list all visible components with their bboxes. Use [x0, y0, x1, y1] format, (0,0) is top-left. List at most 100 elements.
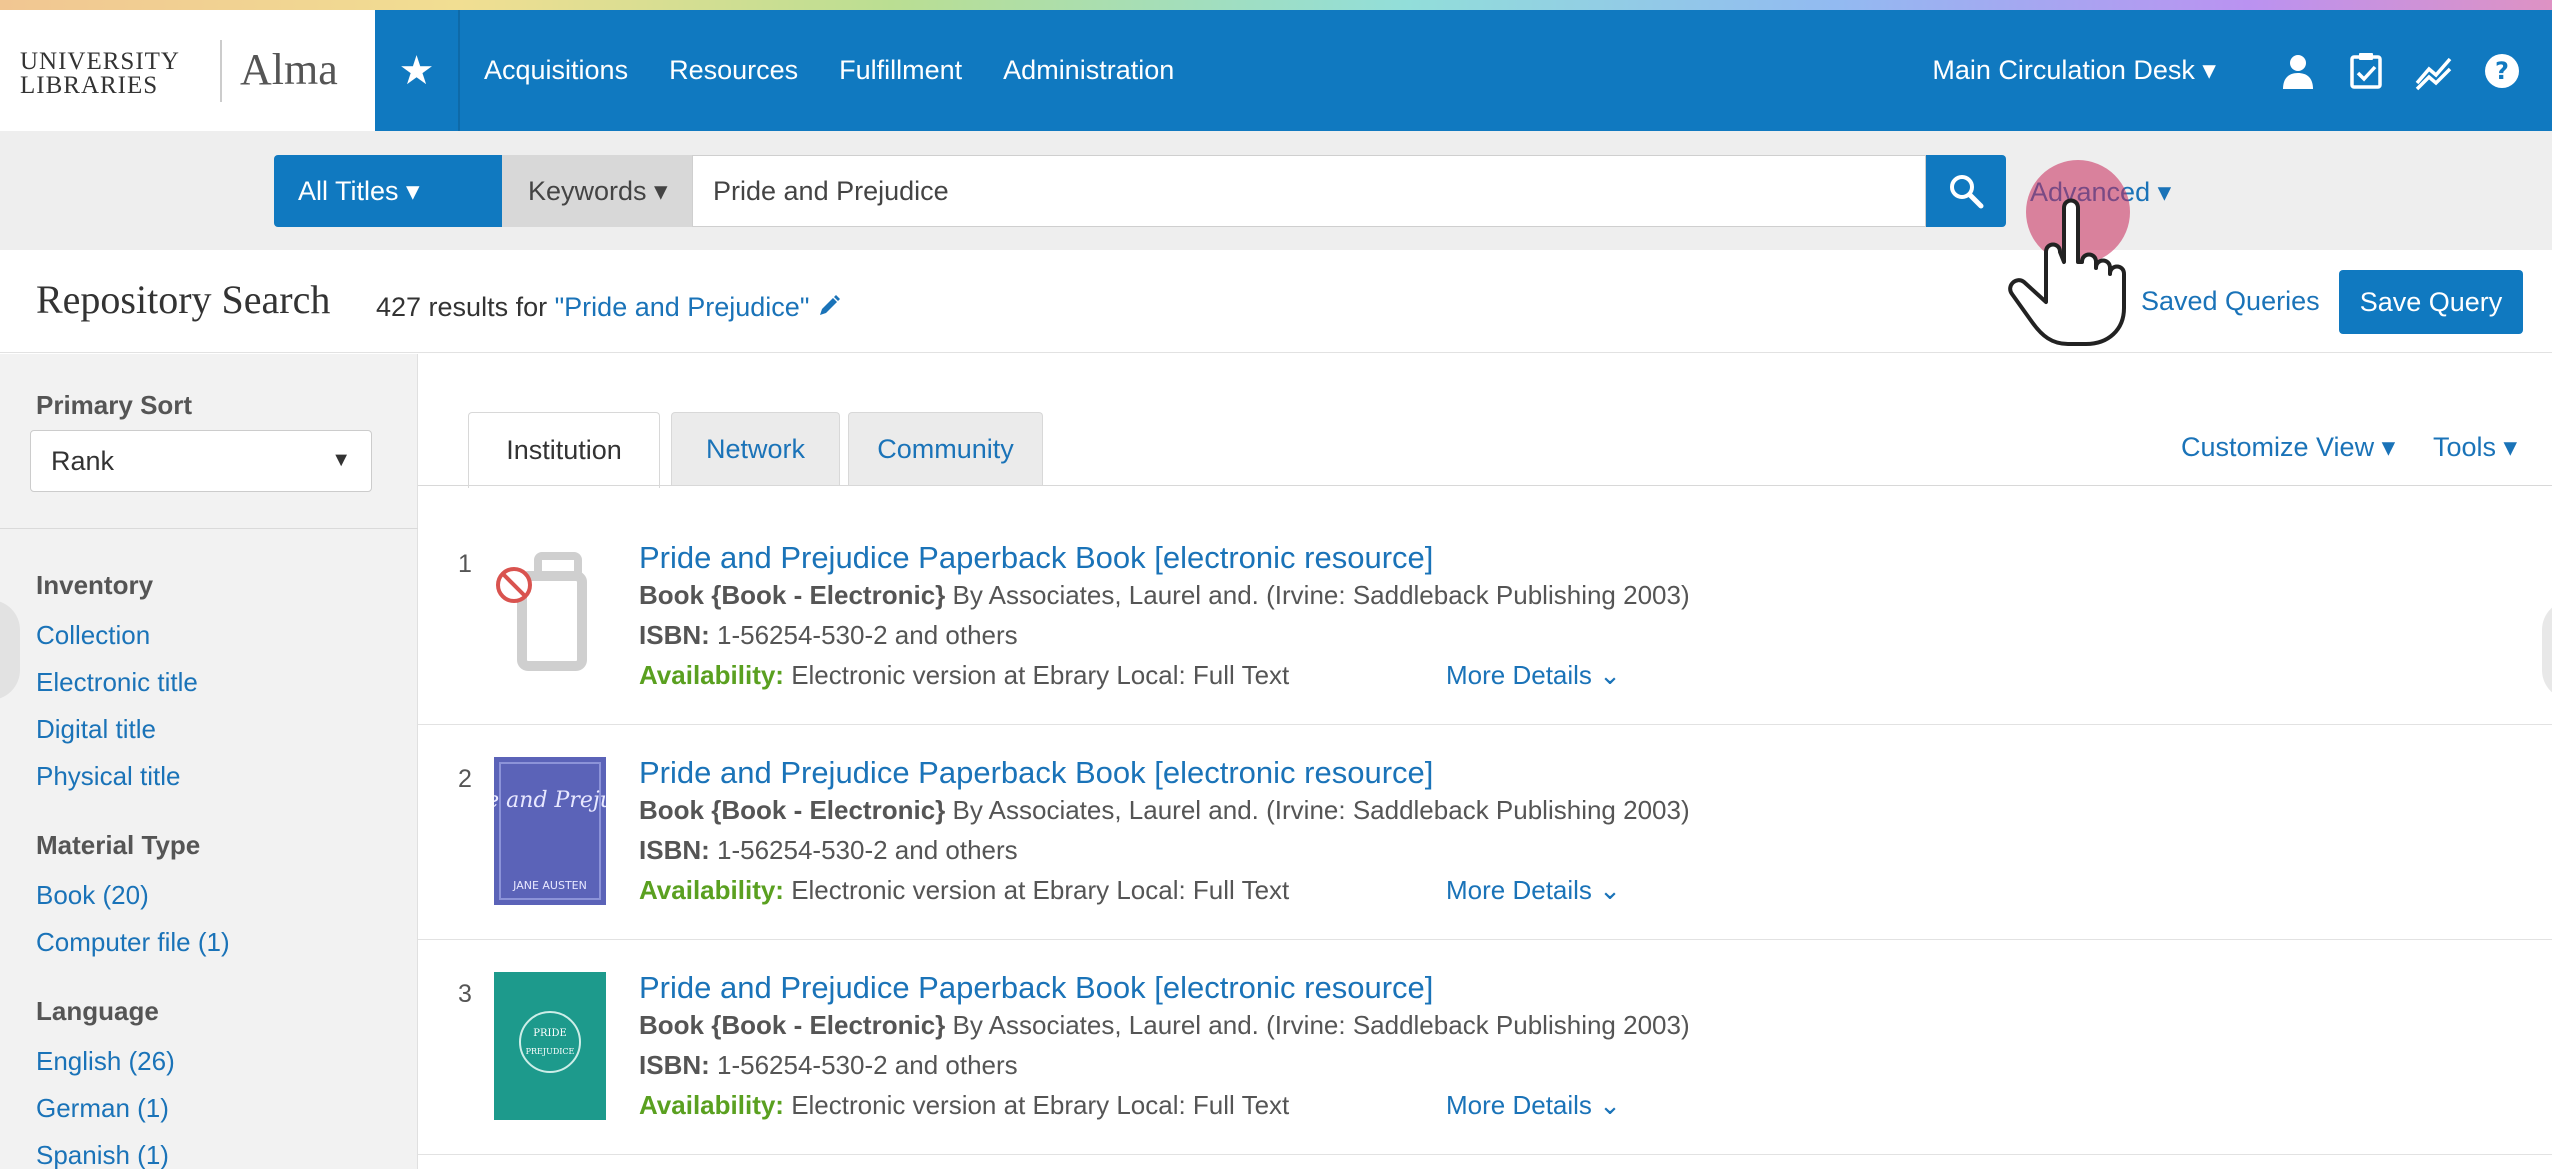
facet-link-computer-file[interactable]: Computer file (1): [36, 927, 230, 958]
availability-label: Availability:: [639, 875, 784, 905]
more-details-link[interactable]: More Details ⌄: [1446, 875, 1621, 906]
result-row: 3 PRIDE PREJUDICE Pride and Prejudice Pa…: [418, 940, 2552, 1155]
user-icon[interactable]: [2278, 51, 2318, 91]
facet-link-collection[interactable]: Collection: [36, 620, 150, 651]
search-scope-dropdown[interactable]: All Titles ▾: [274, 155, 502, 227]
result-type-line: Book {Book - Electronic} By Associates, …: [639, 795, 1690, 826]
hand-cursor-icon: [2008, 198, 2126, 346]
tasks-icon[interactable]: [2346, 51, 2386, 91]
caret-down-icon: ▼: [331, 449, 351, 471]
availability-label: Availability:: [639, 660, 784, 690]
facet-link-spanish[interactable]: Spanish (1): [36, 1140, 169, 1169]
logo-divider: [220, 40, 222, 102]
result-availability-line: Availability: Electronic version at Ebra…: [639, 660, 1289, 691]
logo-line-1: UNIVERSITY: [20, 48, 180, 75]
result-availability-line: Availability: Electronic version at Ebra…: [639, 875, 1289, 906]
isbn-label: ISBN:: [639, 620, 710, 650]
search-icon: [1950, 175, 1984, 209]
favorites-button[interactable]: ★: [375, 10, 460, 131]
logo-area[interactable]: UNIVERSITY LIBRARIES Alma: [0, 10, 375, 131]
more-details-link[interactable]: More Details ⌄: [1446, 660, 1621, 691]
analytics-icon[interactable]: [2414, 51, 2454, 91]
no-thumbnail-icon: [496, 552, 587, 671]
result-number: 3: [458, 980, 472, 1008]
facet-link-digital-title[interactable]: Digital title: [36, 714, 156, 745]
sidebar-divider: [0, 528, 418, 529]
page-title: Repository Search: [36, 277, 331, 322]
result-author: By Associates, Laurel and. (Irvine: Sadd…: [945, 795, 1690, 825]
facet-link-electronic-title[interactable]: Electronic title: [36, 667, 198, 698]
availability-label: Availability:: [639, 1090, 784, 1120]
cover-line-1: PRIDE: [533, 1028, 567, 1039]
top-accent-stripe: [0, 0, 2552, 10]
primary-sort-select[interactable]: Rank ▼: [30, 430, 372, 492]
circulation-desk-selector[interactable]: Main Circulation Desk ▾: [1932, 55, 2216, 86]
menu-acquisitions[interactable]: Acquisitions: [484, 55, 628, 86]
result-isbn-line: ISBN: 1-56254-530-2 and others: [639, 1050, 1018, 1081]
result-number: 2: [458, 765, 472, 793]
help-icon[interactable]: ?: [2482, 51, 2522, 91]
logo-line-2: LIBRARIES: [20, 72, 159, 99]
result-type: Book {Book - Electronic}: [639, 1010, 946, 1040]
search-bar: All Titles ▾ Keywords ▾ Advanced ▾: [0, 131, 2552, 250]
result-type: Book {Book - Electronic}: [639, 580, 946, 610]
facet-link-book[interactable]: Book (20): [36, 880, 149, 911]
result-title-link[interactable]: Pride and Prejudice Paperback Book [elec…: [639, 540, 1433, 576]
book-cover-thumbnail[interactable]: Pride and Prejudice JANE AUSTEN: [494, 757, 606, 905]
result-number: 1: [458, 550, 472, 578]
tab-community[interactable]: Community: [848, 412, 1043, 486]
result-title-link[interactable]: Pride and Prejudice Paperback Book [elec…: [639, 755, 1433, 791]
facet-link-english[interactable]: English (26): [36, 1046, 175, 1077]
edit-pencil-icon[interactable]: [817, 294, 841, 318]
result-availability-line: Availability: Electronic version at Ebra…: [639, 1090, 1289, 1121]
availability-value: Electronic version at Ebrary Local: Full…: [783, 1090, 1290, 1120]
tab-network[interactable]: Network: [671, 412, 840, 486]
result-author: By Associates, Laurel and. (Irvine: Sadd…: [945, 1010, 1690, 1040]
availability-value: Electronic version at Ebrary Local: Full…: [783, 875, 1290, 905]
facet-link-physical-title[interactable]: Physical title: [36, 761, 181, 792]
search-button[interactable]: [1926, 155, 2006, 227]
page-header: Repository Search 427 results for "Pride…: [0, 250, 2552, 353]
menu-administration[interactable]: Administration: [1003, 55, 1174, 86]
result-type-line: Book {Book - Electronic} By Associates, …: [639, 580, 1690, 611]
menu-resources[interactable]: Resources: [669, 55, 798, 86]
facet-heading-inventory: Inventory: [36, 570, 154, 600]
search-field-dropdown[interactable]: Keywords ▾: [502, 155, 692, 227]
university-logo: UNIVERSITY LIBRARIES: [20, 48, 200, 99]
main-menu: Acquisitions Resources Fulfillment Admin…: [484, 10, 1215, 131]
results-count: 427 results for "Pride and Prejudice": [376, 292, 841, 323]
isbn-label: ISBN:: [639, 835, 710, 865]
result-row: 1 Pride and Prejudice Paperback Book [el…: [418, 510, 2552, 725]
primary-sort-value: Rank: [51, 445, 115, 476]
app-name: Alma: [240, 45, 338, 94]
top-navigation-bar: UNIVERSITY LIBRARIES Alma ★ Acquisitions…: [0, 10, 2552, 131]
saved-queries-link[interactable]: Saved Queries: [2141, 286, 2320, 317]
menu-fulfillment[interactable]: Fulfillment: [839, 55, 962, 86]
search-input[interactable]: [692, 155, 1926, 227]
customize-view-dropdown[interactable]: Customize View ▾: [2181, 432, 2395, 463]
isbn-label: ISBN:: [639, 1050, 710, 1080]
isbn-value: 1-56254-530-2 and others: [709, 1050, 1018, 1080]
primary-sort-label: Primary Sort: [36, 390, 193, 420]
result-title-link[interactable]: Pride and Prejudice Paperback Book [elec…: [639, 970, 1433, 1006]
save-query-button[interactable]: Save Query: [2339, 270, 2523, 334]
isbn-value: 1-56254-530-2 and others: [709, 620, 1018, 650]
facet-sidebar: Primary Sort Rank ▼ Inventory Collection…: [0, 354, 418, 1169]
tools-dropdown[interactable]: Tools ▾: [2433, 432, 2517, 463]
star-icon: ★: [398, 48, 435, 93]
result-type-line: Book {Book - Electronic} By Associates, …: [639, 1010, 1690, 1041]
results-count-text: 427 results for: [376, 292, 555, 322]
cover-line-2: PREJUDICE: [526, 1047, 575, 1056]
svg-text:?: ?: [2495, 57, 2509, 85]
more-details-link[interactable]: More Details ⌄: [1446, 1090, 1621, 1121]
result-isbn-line: ISBN: 1-56254-530-2 and others: [639, 620, 1018, 651]
result-type: Book {Book - Electronic}: [639, 795, 946, 825]
isbn-value: 1-56254-530-2 and others: [709, 835, 1018, 865]
tab-institution[interactable]: Institution: [468, 412, 660, 488]
cover-title-text: Pride and Prejudice: [494, 788, 606, 813]
results-query-link[interactable]: "Pride and Prejudice": [555, 292, 810, 322]
facet-link-german[interactable]: German (1): [36, 1093, 169, 1124]
result-isbn-line: ISBN: 1-56254-530-2 and others: [639, 835, 1018, 866]
availability-value: Electronic version at Ebrary Local: Full…: [783, 660, 1290, 690]
book-cover-thumbnail[interactable]: PRIDE PREJUDICE: [494, 972, 606, 1120]
